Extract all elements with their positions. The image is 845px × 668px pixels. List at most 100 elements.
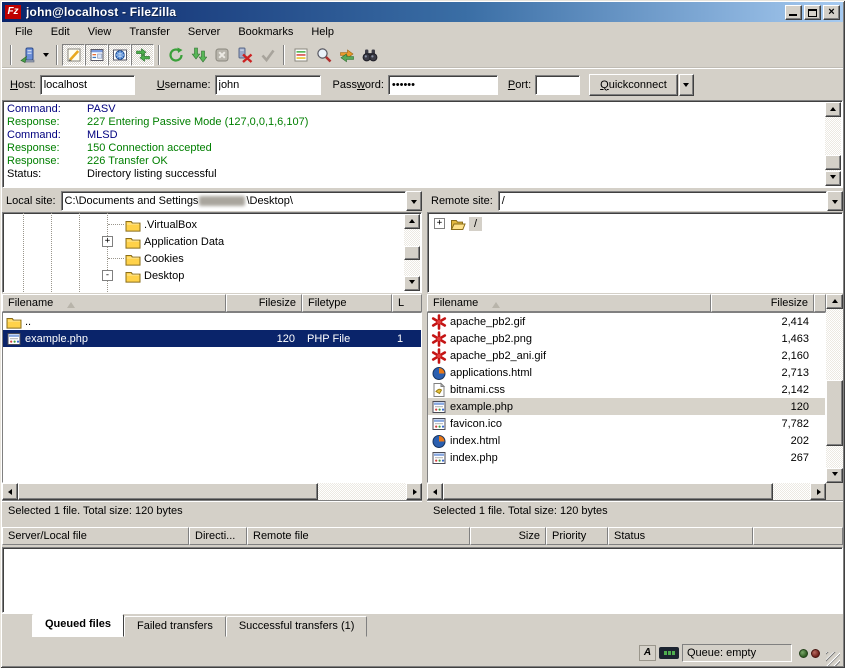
scroll-thumb[interactable] — [826, 380, 843, 446]
column-header-server-local-file[interactable]: Server/Local file — [2, 527, 189, 545]
minimize-button[interactable] — [785, 5, 802, 20]
scroll-thumb[interactable] — [825, 155, 841, 170]
tree-item-desktop[interactable]: - Desktop — [3, 267, 421, 284]
remote-list-hscrollbar[interactable] — [427, 483, 826, 500]
column-header-priority[interactable]: Priority — [546, 527, 608, 545]
scroll-down-button[interactable] — [825, 171, 841, 186]
scroll-left-button[interactable] — [427, 483, 443, 500]
column-header-filename[interactable]: Filename — [2, 294, 226, 312]
expand-icon[interactable]: + — [102, 236, 113, 247]
column-header-modified[interactable]: L — [392, 294, 422, 312]
file-row[interactable]: applications.html 2,713 — [428, 364, 825, 381]
filezilla-window: Fz john@localhost - FileZilla × File Edi… — [0, 0, 845, 668]
column-header-status[interactable]: Status — [608, 527, 753, 545]
menu-help[interactable]: Help — [302, 24, 343, 40]
file-row-parent-dir[interactable]: .. — [3, 313, 421, 330]
file-row-selected[interactable]: example.php 120 — [428, 398, 825, 415]
column-header-filesize[interactable]: Filesize — [711, 294, 815, 312]
find-files-button[interactable] — [358, 44, 381, 66]
local-path-combobox[interactable]: C:\Documents and Settings\Desktop\ — [61, 191, 406, 211]
site-panes: Local site: C:\Documents and Settings\De… — [2, 188, 843, 293]
disconnect-button[interactable] — [233, 44, 256, 66]
menu-file[interactable]: File — [6, 24, 42, 40]
sort-ascending-icon — [67, 298, 75, 308]
expand-icon[interactable]: + — [434, 218, 445, 229]
reconnect-button[interactable] — [256, 44, 279, 66]
file-row[interactable]: bitnami.css 2,142 — [428, 381, 825, 398]
scroll-down-button[interactable] — [404, 276, 420, 291]
process-queue-button[interactable] — [187, 44, 210, 66]
scroll-thumb[interactable] — [443, 483, 773, 500]
file-row[interactable]: favicon.ico 7,782 — [428, 415, 825, 432]
column-header-filetype[interactable]: Filetype — [302, 294, 392, 312]
maximize-button[interactable] — [804, 5, 821, 20]
synchronized-browsing-button[interactable] — [335, 44, 358, 66]
arrow-up-icon — [832, 296, 838, 303]
tree-item-virtualbox[interactable]: .VirtualBox — [3, 216, 421, 233]
file-row[interactable]: index.html 202 — [428, 432, 825, 449]
scroll-up-button[interactable] — [826, 294, 843, 309]
directory-filter-button[interactable] — [289, 44, 312, 66]
tab-successful-transfers[interactable]: Successful transfers (1) — [226, 616, 368, 637]
local-tree-scrollbar[interactable] — [404, 214, 420, 291]
tab-queued-files[interactable]: Queued files — [32, 614, 124, 637]
column-header-direction[interactable]: Directi... — [189, 527, 247, 545]
resize-grip[interactable] — [826, 652, 840, 666]
file-row-example-php[interactable]: example.php 120 PHP File 1 — [3, 330, 421, 347]
scroll-up-button[interactable] — [825, 102, 841, 117]
scroll-thumb[interactable] — [404, 246, 420, 260]
site-manager-dropdown[interactable] — [39, 44, 52, 66]
folder-icon — [125, 217, 141, 233]
refresh-button[interactable] — [164, 44, 187, 66]
menu-bar: File Edit View Transfer Server Bookmarks… — [2, 22, 843, 42]
toggle-message-log-button[interactable] — [62, 44, 85, 66]
tree-connector — [108, 224, 124, 225]
file-row[interactable]: apache_pb2.gif 2,414 — [428, 313, 825, 330]
scroll-down-button[interactable] — [826, 468, 843, 483]
queue-list[interactable] — [2, 547, 843, 613]
toggle-remote-tree-button[interactable] — [108, 44, 131, 66]
remote-list-vscrollbar[interactable] — [826, 294, 843, 483]
local-path-dropdown[interactable] — [406, 191, 422, 211]
scroll-up-button[interactable] — [404, 214, 420, 229]
cancel-operation-button[interactable] — [210, 44, 233, 66]
tab-failed-transfers[interactable]: Failed transfers — [124, 616, 226, 637]
tree-item-application-data[interactable]: + Application Data — [3, 233, 421, 250]
close-button[interactable]: × — [823, 5, 840, 20]
column-header-filename[interactable]: Filename — [427, 294, 711, 312]
quickconnect-button[interactable]: Quickconnect — [589, 74, 678, 96]
scroll-left-button[interactable] — [2, 483, 18, 500]
host-input[interactable] — [40, 75, 135, 95]
file-row[interactable]: index.php 267 — [428, 449, 825, 466]
password-input[interactable] — [388, 75, 498, 95]
local-list-hscrollbar[interactable] — [2, 483, 422, 500]
column-header-size[interactable]: Size — [470, 527, 546, 545]
scroll-thumb[interactable] — [18, 483, 318, 500]
title-bar[interactable]: Fz john@localhost - FileZilla × — [2, 2, 843, 22]
site-manager-button[interactable] — [16, 44, 39, 66]
port-input[interactable] — [535, 75, 580, 95]
tree-item-root[interactable]: + / — [428, 215, 842, 233]
tree-item-cookies[interactable]: Cookies — [3, 250, 421, 267]
menu-server[interactable]: Server — [179, 24, 229, 40]
quickconnect-dropdown[interactable] — [679, 74, 694, 96]
menu-bookmarks[interactable]: Bookmarks — [229, 24, 302, 40]
toggle-local-tree-button[interactable] — [85, 44, 108, 66]
collapse-icon[interactable]: - — [102, 270, 113, 281]
log-scrollbar[interactable] — [825, 102, 841, 186]
column-header-remote-file[interactable]: Remote file — [247, 527, 470, 545]
toggle-queue-view-button[interactable] — [131, 44, 154, 66]
directory-comparison-button[interactable] — [312, 44, 335, 66]
menu-edit[interactable]: Edit — [42, 24, 79, 40]
scroll-right-button[interactable] — [810, 483, 826, 500]
menu-transfer[interactable]: Transfer — [120, 24, 179, 40]
username-input[interactable] — [215, 75, 321, 95]
file-row[interactable]: apache_pb2_ani.gif 2,160 — [428, 347, 825, 364]
file-row[interactable]: apache_pb2.png 1,463 — [428, 330, 825, 347]
menu-view[interactable]: View — [79, 24, 121, 40]
remote-path-dropdown[interactable] — [827, 191, 843, 211]
column-header-filesize[interactable]: Filesize — [226, 294, 302, 312]
remote-path-combobox[interactable]: / — [498, 191, 827, 211]
toolbar — [2, 42, 843, 68]
scroll-right-button[interactable] — [406, 483, 422, 500]
